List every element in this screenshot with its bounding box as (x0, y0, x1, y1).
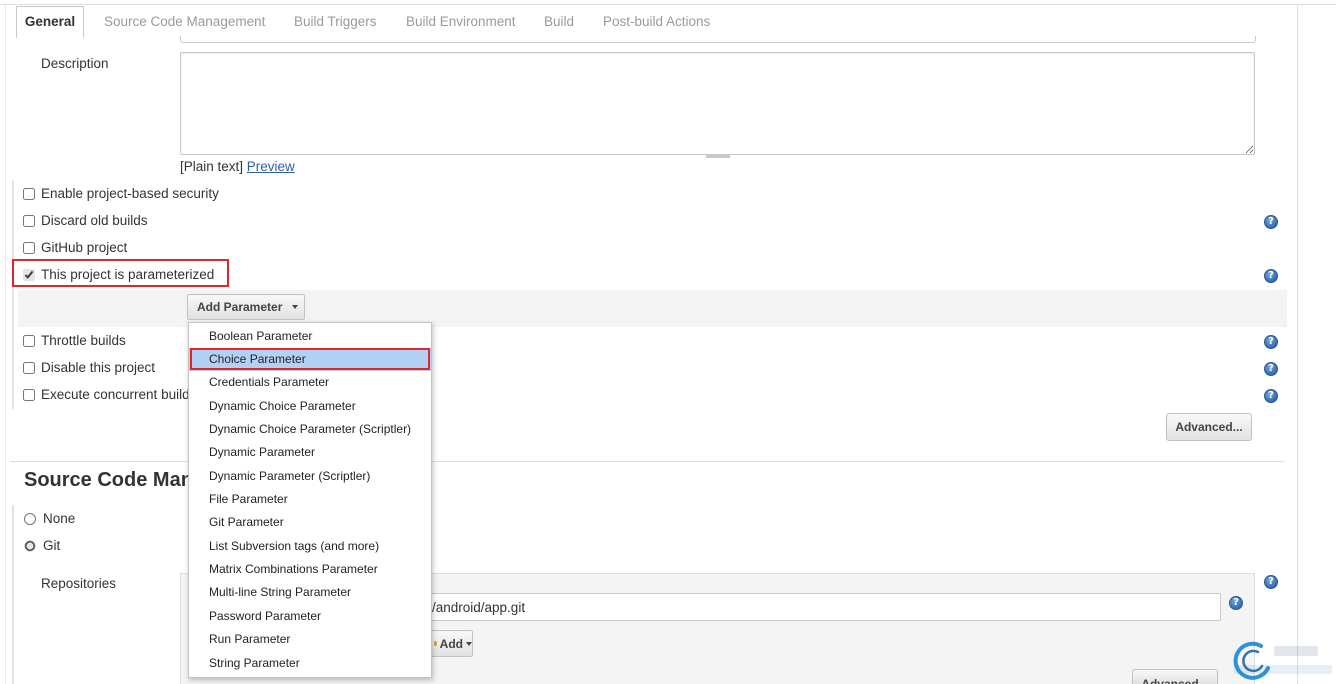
help-icon[interactable] (1264, 362, 1278, 376)
add-parameter-menu: Boolean Parameter Choice Parameter Crede… (188, 322, 432, 678)
discard-old-builds-label[interactable]: Discard old builds (41, 213, 148, 229)
concurrent-builds-label[interactable]: Execute concurrent build (41, 387, 190, 403)
scm-git-radio[interactable] (24, 540, 36, 552)
parameterized-label[interactable]: This project is parameterized (41, 267, 214, 283)
menu-item-list-subversion-tags[interactable]: List Subversion tags (and more) (189, 535, 431, 558)
scm-section-bar (12, 505, 14, 684)
caret-down-icon (466, 641, 472, 646)
menu-item-dynamic-parameter-scriptler[interactable]: Dynamic Parameter (Scriptler) (189, 465, 431, 488)
menu-item-credentials-parameter[interactable]: Credentials Parameter (189, 371, 431, 394)
menu-item-file-parameter[interactable]: File Parameter (189, 488, 431, 511)
help-icon[interactable] (1264, 575, 1278, 589)
disable-project-label[interactable]: Disable this project (41, 360, 155, 376)
job-config-page: General Source Code Management Build Tri… (0, 0, 1336, 684)
enable-project-security-checkbox[interactable] (23, 188, 35, 200)
help-icon[interactable] (1264, 335, 1278, 349)
menu-item-git-parameter[interactable]: Git Parameter (189, 511, 431, 534)
menu-item-dynamic-parameter[interactable]: Dynamic Parameter (189, 441, 431, 464)
add-credentials-label: Add (439, 636, 463, 651)
parameterized-checkbox[interactable] (23, 269, 35, 281)
help-icon[interactable] (1264, 215, 1278, 229)
throttle-builds-label[interactable]: Throttle builds (41, 333, 126, 349)
throttle-builds-checkbox[interactable] (23, 335, 35, 347)
tab-general[interactable]: General (16, 6, 84, 38)
disable-project-checkbox[interactable] (23, 362, 35, 374)
right-border (1297, 5, 1298, 684)
add-parameter-button[interactable]: Add Parameter (187, 294, 305, 320)
github-project-checkbox[interactable] (23, 242, 35, 254)
scm-git-label[interactable]: Git (43, 538, 60, 554)
top-border (0, 4, 1336, 5)
description-textarea[interactable] (180, 52, 1255, 155)
menu-item-run-parameter[interactable]: Run Parameter (189, 628, 431, 651)
menu-item-dynamic-choice-parameter[interactable]: Dynamic Choice Parameter (189, 395, 431, 418)
description-format-row: [Plain text] Preview (180, 159, 295, 175)
caret-down-icon (292, 305, 299, 309)
repository-advanced-button[interactable]: Advanced... (1132, 669, 1218, 684)
preview-link[interactable]: Preview (247, 159, 295, 174)
add-parameter-label: Add Parameter (197, 300, 283, 314)
textarea-resize-handle[interactable] (706, 155, 730, 158)
menu-item-string-parameter[interactable]: String Parameter (189, 652, 431, 675)
repositories-label: Repositories (41, 576, 117, 591)
scm-none-label[interactable]: None (43, 511, 75, 527)
help-icon[interactable] (1229, 596, 1243, 610)
enable-project-security-label[interactable]: Enable project-based security (41, 186, 219, 202)
general-advanced-button[interactable]: Advanced... (1166, 413, 1252, 441)
tab-build-environment[interactable]: Build Environment (405, 6, 517, 38)
tab-source-code-management[interactable]: Source Code Management (103, 6, 266, 38)
key-icon (434, 641, 437, 646)
discard-old-builds-checkbox[interactable] (23, 215, 35, 227)
help-icon[interactable] (1264, 269, 1278, 283)
tab-post-build-actions[interactable]: Post-build Actions (602, 6, 711, 38)
tab-build-triggers[interactable]: Build Triggers (293, 6, 378, 38)
menu-item-choice-parameter[interactable]: Choice Parameter (189, 347, 431, 372)
github-project-label[interactable]: GitHub project (41, 240, 127, 256)
menu-item-password-parameter[interactable]: Password Parameter (189, 605, 431, 628)
menu-item-multiline-string-parameter[interactable]: Multi-line String Parameter (189, 581, 431, 604)
swirl-logo-icon (1233, 641, 1332, 680)
left-border (5, 5, 6, 684)
menu-item-boolean-parameter[interactable]: Boolean Parameter (189, 325, 431, 348)
menu-item-dynamic-choice-parameter-scriptler[interactable]: Dynamic Choice Parameter (Scriptler) (189, 418, 431, 441)
concurrent-builds-checkbox[interactable] (23, 389, 35, 401)
description-label: Description (41, 56, 109, 71)
tab-build[interactable]: Build (543, 6, 575, 38)
scm-none-radio[interactable] (24, 513, 36, 525)
menu-item-matrix-combinations-parameter[interactable]: Matrix Combinations Parameter (189, 558, 431, 581)
plain-text-label: [Plain text] (180, 159, 244, 174)
help-icon[interactable] (1264, 389, 1278, 403)
general-section-bar (12, 180, 14, 409)
